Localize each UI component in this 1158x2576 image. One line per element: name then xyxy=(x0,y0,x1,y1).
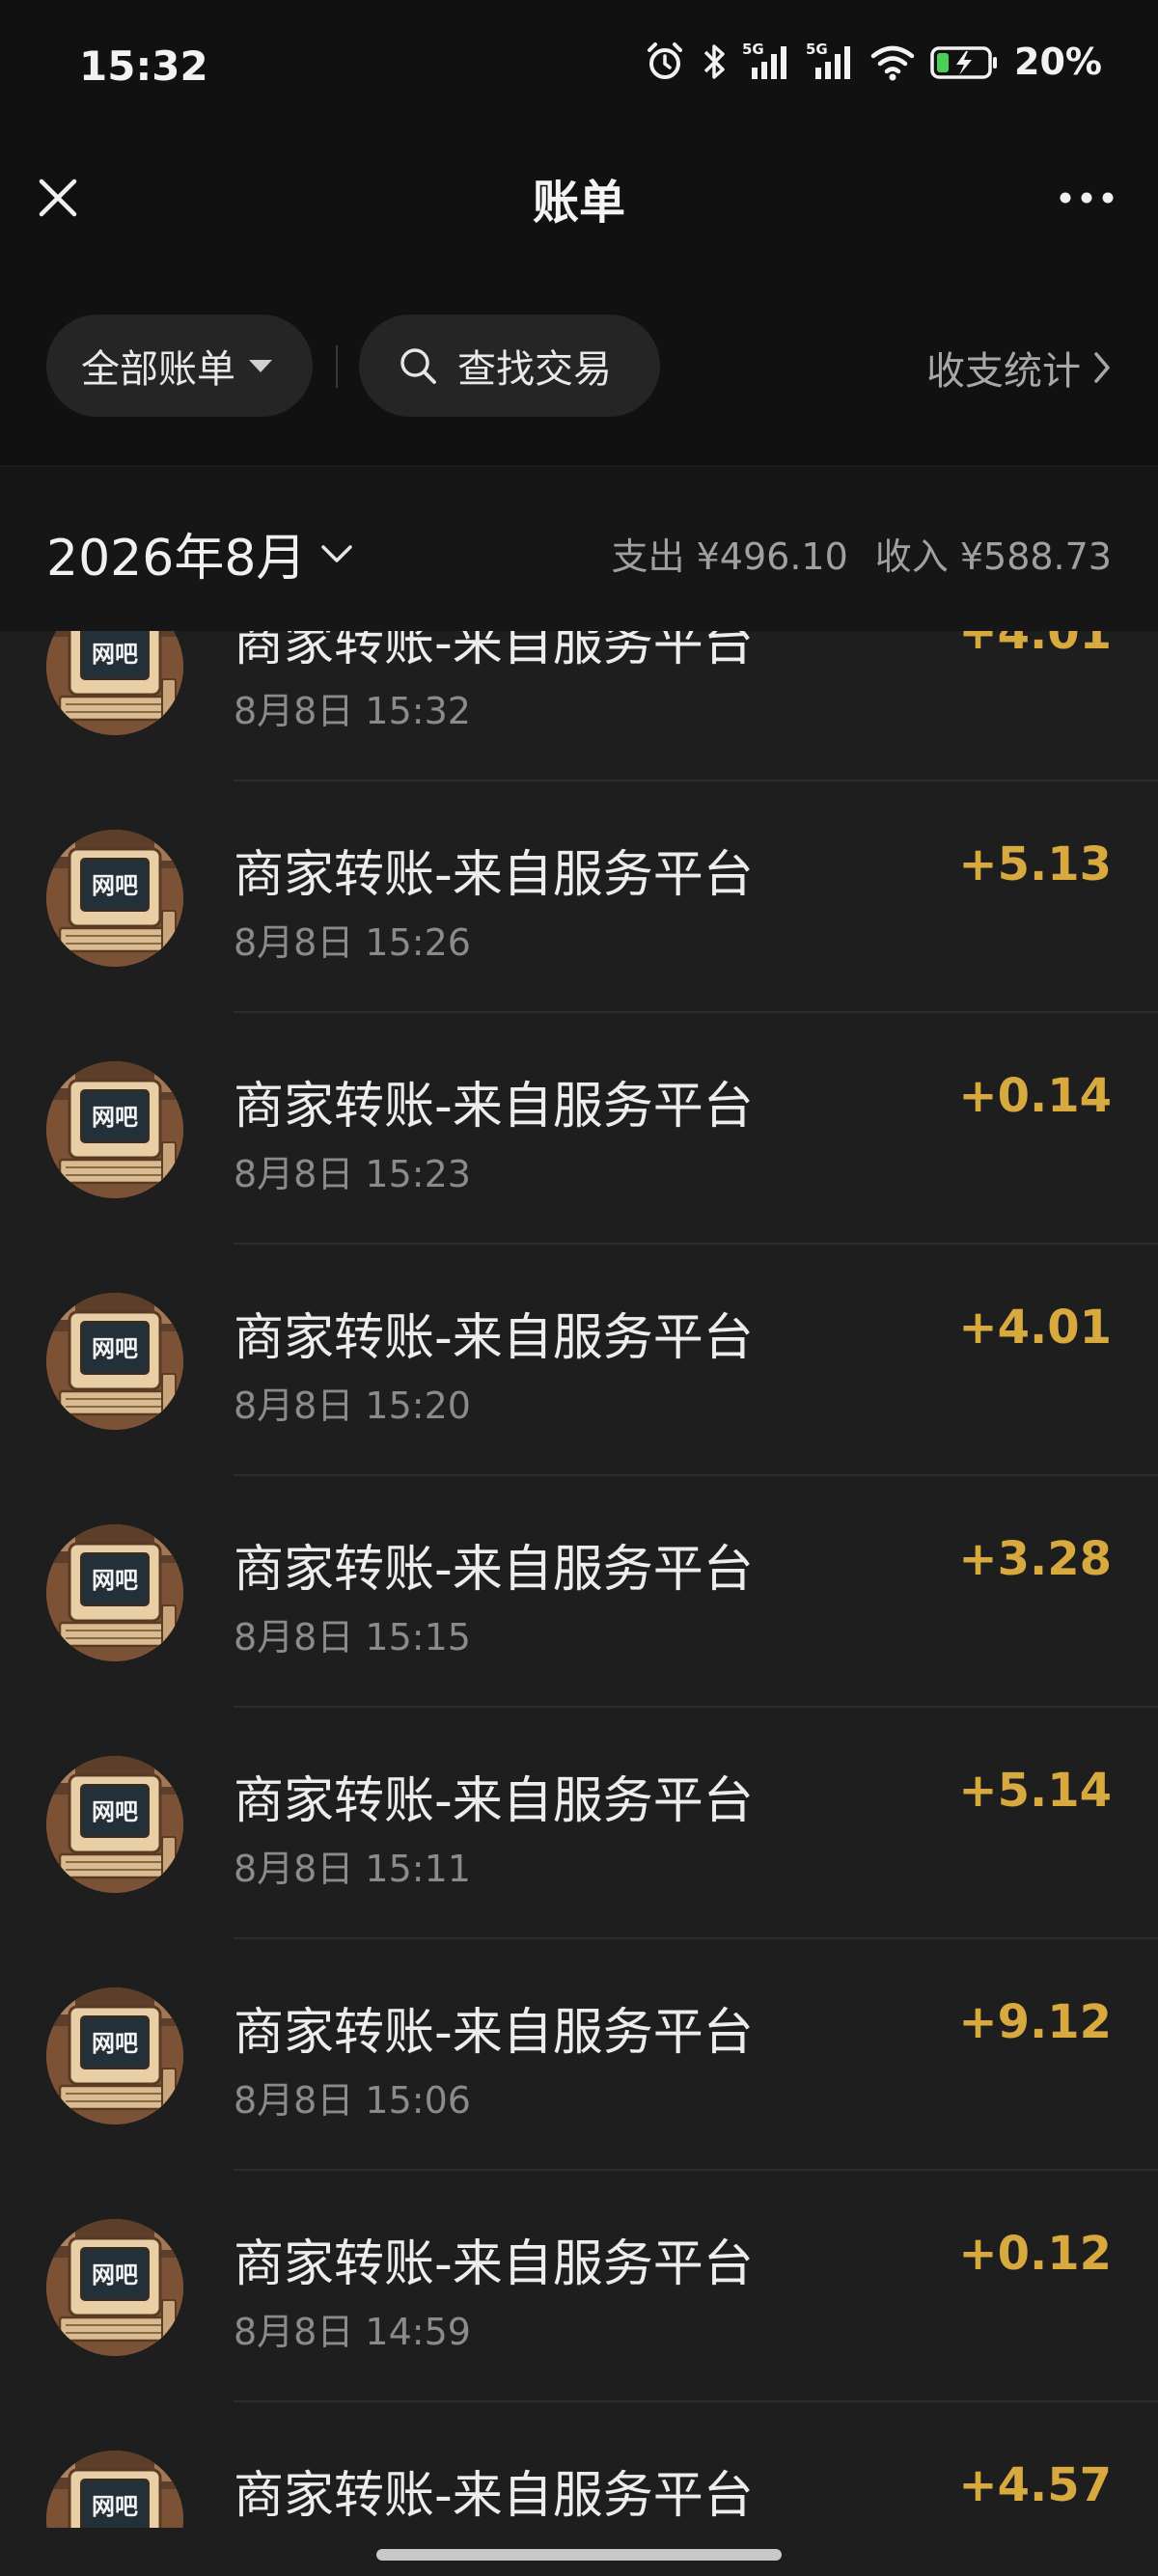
more-button[interactable] xyxy=(1048,169,1125,227)
internet-cafe-logo-icon: 网吧 xyxy=(46,631,183,735)
transaction-row[interactable]: 网吧 商家转账-来自服务平台 8月8日 15:20 +4.01 xyxy=(0,1245,1158,1476)
month-summary-bar: 2026年8月 支出 ¥496.10 收入 ¥588.73 xyxy=(0,467,1158,631)
transaction-amount: +4.01 xyxy=(958,1301,1112,1355)
transaction-amount: +9.12 xyxy=(958,1995,1112,2049)
transaction-time: 8月8日 15:06 xyxy=(234,2079,471,2122)
merchant-avatar: 网吧 xyxy=(46,1293,183,1430)
home-indicator[interactable] xyxy=(376,2549,782,2561)
internet-cafe-logo-icon: 网吧 xyxy=(46,1293,183,1430)
status-time: 15:32 xyxy=(79,42,208,90)
internet-cafe-logo-icon: 网吧 xyxy=(46,830,183,967)
transaction-row[interactable]: 网吧 商家转账-来自服务平台 8月8日 15:11 +5.14 xyxy=(0,1708,1158,1939)
transaction-amount: +0.14 xyxy=(958,1069,1112,1123)
transaction-title: 商家转账-来自服务平台 xyxy=(234,2467,754,2525)
transaction-time: 8月8日 14:59 xyxy=(234,2311,471,2353)
transaction-title: 商家转账-来自服务平台 xyxy=(234,1541,754,1599)
filter-divider xyxy=(336,345,338,388)
all-bills-label: 全部账单 xyxy=(81,347,235,392)
merchant-avatar: 网吧 xyxy=(46,1756,183,1893)
header: 账单 xyxy=(0,135,1158,260)
logo-text: 网吧 xyxy=(92,872,138,899)
transaction-time: 8月8日 15:32 xyxy=(234,690,471,732)
expense-total: 支出 ¥496.10 xyxy=(611,535,848,578)
merchant-avatar: 网吧 xyxy=(46,1061,183,1198)
income-expense-stats-link[interactable]: 收支统计 xyxy=(926,340,1112,396)
internet-cafe-logo-icon: 网吧 xyxy=(46,2451,183,2528)
transaction-amount: +3.28 xyxy=(958,1532,1112,1586)
logo-text: 网吧 xyxy=(92,1567,138,1594)
income-total: 收入 ¥588.73 xyxy=(874,535,1112,578)
logo-text: 网吧 xyxy=(92,2261,138,2288)
logo-text: 网吧 xyxy=(92,2030,138,2057)
merchant-avatar: 网吧 xyxy=(46,2219,183,2356)
bluetooth-icon xyxy=(700,41,729,83)
transaction-row[interactable]: 网吧 商家转账-来自服务平台 8月8日 15:26 +5.13 xyxy=(0,781,1158,1013)
signal-icon: 5G xyxy=(806,41,856,83)
logo-text: 网吧 xyxy=(92,1798,138,1825)
transaction-row[interactable]: 网吧 商家转账-来自服务平台 8月8日 14:59 +0.12 xyxy=(0,2171,1158,2402)
transaction-title: 商家转账-来自服务平台 xyxy=(234,2235,754,2293)
logo-text: 网吧 xyxy=(92,1335,138,1362)
network-label: 5G xyxy=(742,41,764,58)
stats-label: 收支统计 xyxy=(926,349,1081,394)
internet-cafe-logo-icon: 网吧 xyxy=(46,2219,183,2356)
internet-cafe-logo-icon: 网吧 xyxy=(46,1756,183,1893)
chevron-right-icon xyxy=(1092,350,1112,385)
transaction-row[interactable]: 网吧 商家转账-来自服务平台 8月8日 15:32 +4.01 xyxy=(0,631,1158,781)
month-totals: 支出 ¥496.10 收入 ¥588.73 xyxy=(612,527,1112,580)
alarm-icon xyxy=(644,41,686,83)
battery-charging-icon xyxy=(929,41,999,83)
month-selector[interactable]: 2026年8月 xyxy=(46,517,354,589)
transaction-title: 商家转账-来自服务平台 xyxy=(234,1309,754,1367)
wifi-icon xyxy=(869,41,916,83)
transaction-amount: +5.14 xyxy=(958,1764,1112,1818)
transaction-amount: +4.01 xyxy=(958,631,1112,660)
transaction-amount: +0.12 xyxy=(958,2227,1112,2281)
transaction-row[interactable]: 网吧 商家转账-来自服务平台 +4.57 xyxy=(0,2402,1158,2528)
merchant-avatar: 网吧 xyxy=(46,1524,183,1661)
page-title: 账单 xyxy=(532,176,625,230)
logo-text: 网吧 xyxy=(92,641,138,668)
transaction-amount: +4.57 xyxy=(958,2458,1112,2512)
merchant-avatar: 网吧 xyxy=(46,631,183,735)
transaction-title: 商家转账-来自服务平台 xyxy=(234,631,754,672)
chevron-down-icon xyxy=(319,542,354,565)
transaction-title: 商家转账-来自服务平台 xyxy=(234,1078,754,1136)
logo-text: 网吧 xyxy=(92,1104,138,1131)
transaction-row[interactable]: 网吧 商家转账-来自服务平台 8月8日 15:15 +3.28 xyxy=(0,1476,1158,1708)
status-bar: 15:32 5G 5G 20% xyxy=(0,0,1158,135)
battery-percentage: 20% xyxy=(1014,41,1102,83)
transaction-row[interactable]: 网吧 商家转账-来自服务平台 8月8日 15:23 +0.14 xyxy=(0,1013,1158,1245)
network-label: 5G xyxy=(806,41,828,58)
transaction-time: 8月8日 15:20 xyxy=(234,1384,471,1427)
internet-cafe-logo-icon: 网吧 xyxy=(46,1061,183,1198)
more-icon xyxy=(1060,192,1114,204)
status-icons: 5G 5G 20% xyxy=(644,39,1102,85)
merchant-avatar: 网吧 xyxy=(46,2451,183,2528)
search-label: 查找交易 xyxy=(457,347,612,392)
search-icon xyxy=(398,345,438,386)
month-label: 2026年8月 xyxy=(46,530,307,588)
transaction-title: 商家转账-来自服务平台 xyxy=(234,2004,754,2062)
caret-down-icon xyxy=(249,359,272,372)
internet-cafe-logo-icon: 网吧 xyxy=(46,1987,183,2124)
all-bills-filter[interactable]: 全部账单 xyxy=(46,315,313,417)
internet-cafe-logo-icon: 网吧 xyxy=(46,1524,183,1661)
logo-text: 网吧 xyxy=(92,2493,138,2520)
merchant-avatar: 网吧 xyxy=(46,1987,183,2124)
transaction-time: 8月8日 15:23 xyxy=(234,1153,471,1195)
transaction-time: 8月8日 15:15 xyxy=(234,1616,471,1658)
merchant-avatar: 网吧 xyxy=(46,830,183,967)
transaction-title: 商家转账-来自服务平台 xyxy=(234,846,754,904)
transaction-title: 商家转账-来自服务平台 xyxy=(234,1772,754,1830)
signal-icon: 5G xyxy=(742,41,792,83)
filter-bar: 全部账单 查找交易 收支统计 xyxy=(0,260,1158,467)
search-transactions-button[interactable]: 查找交易 xyxy=(359,315,660,417)
transaction-list-content: 网吧 商家转账-来自服务平台 8月8日 15:32 +4.01 网吧 商家转账-… xyxy=(0,631,1158,2528)
transaction-amount: +5.13 xyxy=(958,837,1112,891)
transaction-time: 8月8日 15:26 xyxy=(234,921,471,964)
transaction-row[interactable]: 网吧 商家转账-来自服务平台 8月8日 15:06 +9.12 xyxy=(0,1939,1158,2171)
transaction-list[interactable]: 网吧 商家转账-来自服务平台 8月8日 15:32 +4.01 网吧 商家转账-… xyxy=(0,631,1158,2528)
transaction-time: 8月8日 15:11 xyxy=(234,1848,471,1890)
